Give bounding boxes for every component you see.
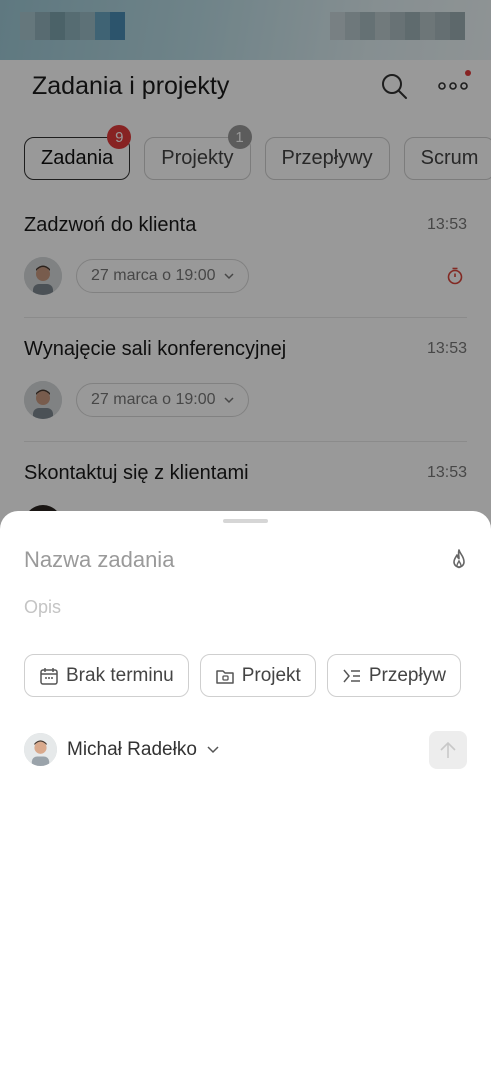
arrow-up-icon	[440, 741, 456, 758]
project-button-label: Projekt	[241, 664, 301, 686]
assignee-selector[interactable]: Michał Radełko	[24, 733, 219, 766]
project-button[interactable]: Projekt	[199, 654, 316, 697]
deadline-button-label: Brak terminu	[66, 664, 174, 686]
calendar-icon	[40, 667, 58, 685]
flow-button[interactable]: Przepływ	[326, 654, 461, 697]
new-task-sheet: Brak terminu Projekt Przepływ Mi	[0, 511, 491, 1080]
avatar	[24, 733, 57, 766]
flow-icon	[343, 669, 360, 682]
sheet-drag-handle[interactable]	[223, 519, 268, 523]
task-description-input[interactable]	[24, 597, 424, 618]
flame-icon[interactable]	[448, 548, 470, 572]
deadline-button[interactable]: Brak terminu	[24, 654, 189, 697]
task-options: Brak terminu Projekt Przepływ	[24, 654, 461, 697]
task-name-input[interactable]	[24, 547, 424, 573]
folder-icon	[215, 669, 234, 684]
send-button[interactable]	[429, 731, 467, 769]
assignee-name: Michał Radełko	[67, 738, 197, 760]
chevron-down-icon	[207, 746, 219, 754]
flow-button-label: Przepływ	[368, 664, 446, 686]
